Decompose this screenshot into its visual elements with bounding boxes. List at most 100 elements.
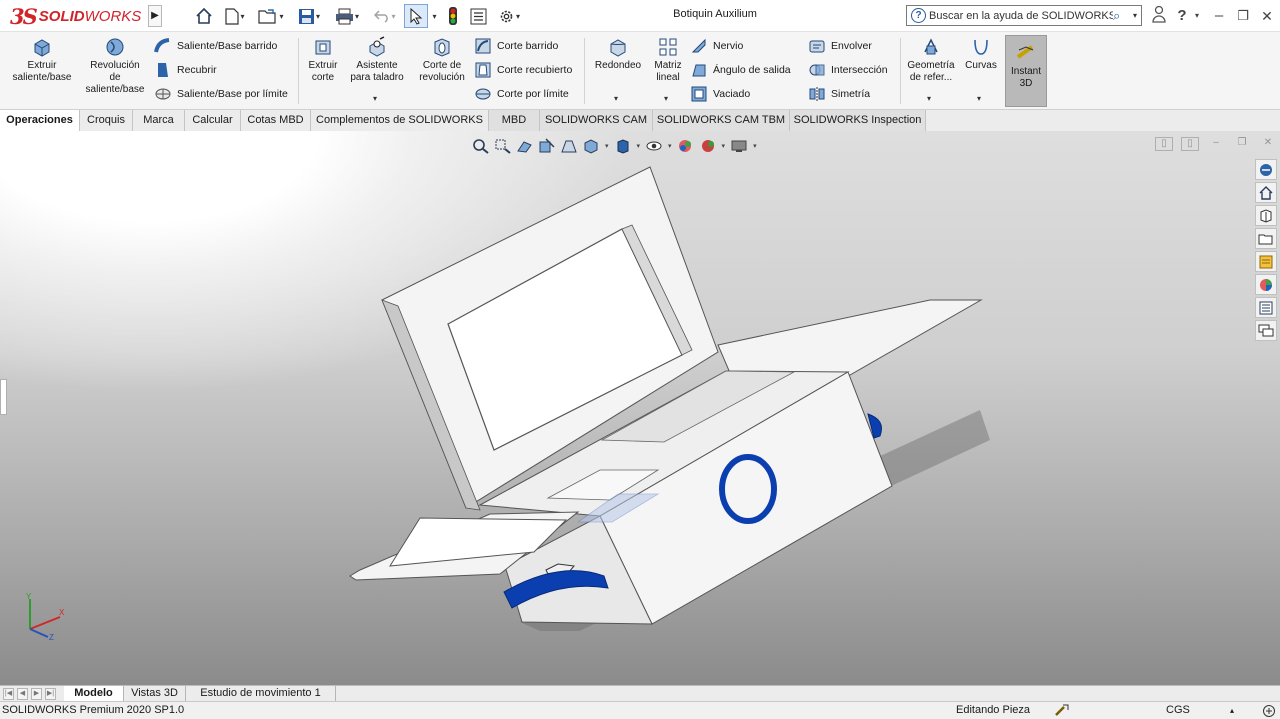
file-properties-icon[interactable] xyxy=(467,4,489,28)
tab-vistas-3d[interactable]: Vistas 3D xyxy=(124,686,186,702)
previous-view-icon[interactable] xyxy=(514,137,536,155)
vaciado-button[interactable]: Vaciado xyxy=(690,84,750,104)
matriz-dropdown-icon[interactable]: ▾ xyxy=(664,94,668,103)
home-icon[interactable] xyxy=(193,4,215,28)
hide-show-items-icon[interactable] xyxy=(643,137,665,155)
rebuild-status-icon[interactable] xyxy=(1054,703,1070,719)
user-account-icon[interactable] xyxy=(1150,5,1168,27)
status-units[interactable]: CGS xyxy=(1166,704,1190,716)
select-pointer-icon[interactable] xyxy=(404,4,428,28)
help-dropdown-icon[interactable]: ▾ xyxy=(1192,5,1202,27)
instant3d-button[interactable]: Instant 3D xyxy=(1005,35,1047,107)
restore-icon[interactable]: ❐ xyxy=(1234,5,1252,27)
solidworks-resources-icon[interactable] xyxy=(1255,159,1277,180)
close-icon[interactable]: ✕ xyxy=(1258,5,1276,27)
revolucion-saliente-button[interactable]: Revolución de saliente/base xyxy=(82,36,148,96)
geometria-referencia-button[interactable]: Geometría de refer... xyxy=(904,36,958,84)
dynamic-annotation-icon[interactable] xyxy=(558,137,580,155)
angulo-salida-button[interactable]: Ángulo de salida xyxy=(690,60,791,80)
help-menu-icon[interactable]: ? xyxy=(1174,5,1190,27)
forum-icon[interactable] xyxy=(1255,320,1277,341)
save-icon[interactable]: ▾ xyxy=(293,4,325,28)
asistente-taladro-button[interactable]: Asistente para taladro xyxy=(345,36,409,84)
doc-minimize-icon[interactable]: – xyxy=(1207,137,1225,151)
tab-solidworks-cam-tbm[interactable]: SOLIDWORKS CAM TBM xyxy=(653,110,790,131)
extruir-saliente-button[interactable]: Extruir saliente/base xyxy=(6,36,78,84)
select-dropdown-icon[interactable]: ▾ xyxy=(429,4,439,28)
tab-marca[interactable]: Marca xyxy=(133,110,185,131)
first-tab-icon[interactable]: |◀ xyxy=(3,688,14,700)
display-style-icon[interactable] xyxy=(612,137,634,155)
doc-restore-icon[interactable]: ❐ xyxy=(1233,137,1251,151)
zoom-to-area-icon[interactable] xyxy=(492,137,514,155)
undo-icon[interactable]: ▾ xyxy=(369,4,401,28)
new-document-icon[interactable]: ▾ xyxy=(220,4,250,28)
rebuild-traffic-light-icon[interactable] xyxy=(444,4,462,28)
last-tab-icon[interactable]: ▶| xyxy=(45,688,56,700)
curvas-dropdown-icon[interactable]: ▾ xyxy=(977,94,981,103)
search-dropdown-icon[interactable]: ▾ xyxy=(1129,11,1141,20)
prev-tab-icon[interactable]: ◀ xyxy=(17,688,28,700)
scene-dropdown-icon[interactable]: ▾ xyxy=(722,142,726,150)
saliente-barrido-button[interactable]: Saliente/Base barrido xyxy=(154,36,277,56)
view-settings-dropdown-icon[interactable]: ▾ xyxy=(753,142,757,150)
hide-show-dropdown-icon[interactable]: ▾ xyxy=(668,142,672,150)
extruir-corte-button[interactable]: Extruir corte xyxy=(304,36,342,84)
design-library-icon[interactable] xyxy=(1255,205,1277,226)
print-icon[interactable]: ▾ xyxy=(330,4,364,28)
home-tab-icon[interactable] xyxy=(1255,182,1277,203)
file-explorer-icon[interactable] xyxy=(1255,228,1277,249)
tile-vertical-icon[interactable]: ▯ xyxy=(1181,137,1199,151)
redondeo-dropdown-icon[interactable]: ▾ xyxy=(614,94,618,103)
matriz-lineal-button[interactable]: Matriz lineal xyxy=(650,36,686,84)
corte-recubierto-button[interactable]: Corte recubierto xyxy=(474,60,572,80)
botiquin-3d-model[interactable] xyxy=(330,161,990,631)
display-style-dropdown-icon[interactable]: ▾ xyxy=(637,142,641,150)
tab-solidworks-inspection[interactable]: SOLIDWORKS Inspection xyxy=(790,110,926,131)
zoom-to-fit-icon[interactable] xyxy=(470,137,492,155)
options-gear-icon[interactable]: ▾ xyxy=(492,4,526,28)
saliente-limite-button[interactable]: Saliente/Base por límite xyxy=(154,84,288,104)
tab-calcular[interactable]: Calcular xyxy=(185,110,241,131)
minimize-icon[interactable]: – xyxy=(1210,5,1228,27)
feature-manager-collapse-handle[interactable] xyxy=(0,379,7,415)
recubrir-button[interactable]: Recubrir xyxy=(154,60,217,80)
search-magnifier-icon[interactable]: ⌕ xyxy=(1113,8,1129,24)
next-tab-icon[interactable]: ▶ xyxy=(31,688,42,700)
nervio-button[interactable]: Nervio xyxy=(690,36,743,56)
corte-limite-button[interactable]: Corte por límite xyxy=(474,84,569,104)
view-orientation-icon[interactable] xyxy=(580,137,602,155)
apply-scene-icon[interactable] xyxy=(697,137,719,155)
tab-croquis[interactable]: Croquis xyxy=(80,110,133,131)
section-view-icon[interactable] xyxy=(536,137,558,155)
appearances-icon[interactable] xyxy=(1255,274,1277,295)
tooltip-toggle-icon[interactable] xyxy=(1262,704,1276,719)
tab-cotas-mbd[interactable]: Cotas MBD xyxy=(241,110,311,131)
corte-barrido-button[interactable]: Corte barrido xyxy=(474,36,558,56)
envolver-button[interactable]: Envolver xyxy=(808,36,872,56)
tab-modelo[interactable]: Modelo xyxy=(64,686,124,702)
tab-estudio-movimiento[interactable]: Estudio de movimiento 1 xyxy=(186,686,336,702)
open-folder-icon[interactable]: ▾ xyxy=(254,4,288,28)
view-palette-icon[interactable] xyxy=(1255,251,1277,272)
interseccion-button[interactable]: Intersección xyxy=(808,60,888,80)
custom-properties-icon[interactable] xyxy=(1255,297,1277,318)
view-orientation-dropdown-icon[interactable]: ▾ xyxy=(605,142,609,150)
asistente-dropdown-icon[interactable]: ▾ xyxy=(373,94,377,103)
tile-horizontal-icon[interactable]: ▯ xyxy=(1155,137,1173,151)
solidworks-logo[interactable]: 3S SOLIDWORKS xyxy=(10,4,141,29)
help-search-input[interactable]: ? Buscar en la ayuda de SOLIDWORKS ⌕ ▾ xyxy=(906,5,1142,26)
tab-operaciones[interactable]: Operaciones xyxy=(0,110,80,131)
menu-flyout-arrow-icon[interactable]: ▶ xyxy=(148,5,162,27)
tab-mbd[interactable]: MBD xyxy=(489,110,540,131)
geometria-dropdown-icon[interactable]: ▾ xyxy=(927,94,931,103)
tab-complementos[interactable]: Complementos de SOLIDWORKS xyxy=(311,110,489,131)
units-dropdown-icon[interactable]: ▴ xyxy=(1230,706,1234,715)
simetria-button[interactable]: Simetría xyxy=(808,84,870,104)
graphics-area[interactable]: ▾ ▾ ▾ ▾ ▾ ▯ ▯ – ❐ ✕ Y X Z xyxy=(0,131,1280,685)
curvas-button[interactable]: Curvas xyxy=(962,36,1000,72)
doc-close-icon[interactable]: ✕ xyxy=(1259,137,1277,151)
edit-appearance-icon[interactable] xyxy=(675,137,697,155)
corte-revolucion-button[interactable]: Corte de revolución xyxy=(414,36,470,84)
view-settings-icon[interactable] xyxy=(728,137,750,155)
